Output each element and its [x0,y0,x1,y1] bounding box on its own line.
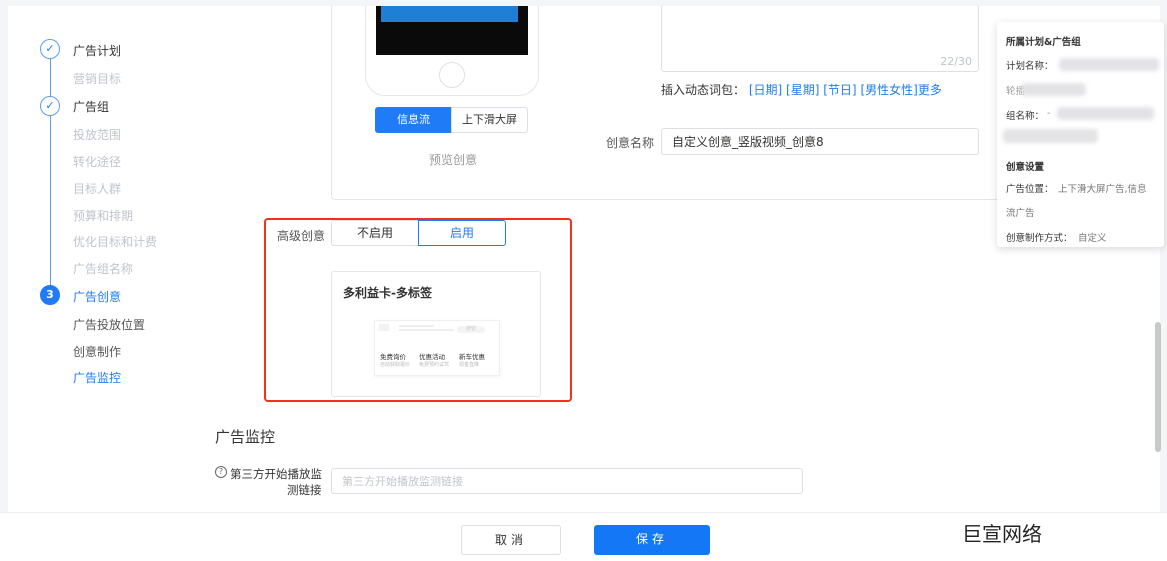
step-scope[interactable]: 投放范围 [73,126,121,143]
step-creative-make[interactable]: 创意制作 [73,343,121,360]
benefit-card[interactable]: 多利益卡-多标签 按钮 免费询价 自动获取报价 优惠活动 免费预约试驾 新车优惠… [331,271,541,397]
step-line [50,116,51,286]
title-textarea[interactable]: 22/30 [661,6,979,72]
preview-creative-link[interactable]: 预览创意 [429,151,477,168]
char-counter: 22/30 [940,55,972,68]
dynamic-words: 插入动态词包： [日期] [星期] [节日] [男性女性]更多 [661,81,942,98]
summary-panel: 所属计划&广告组 计划名称： 轮播 组名称： - 创意设置 广告位置： 上下滑大… [997,22,1164,247]
step-number: 3 [40,285,60,305]
step-marketing-goal[interactable]: 营销目标 [73,70,121,87]
step-group-name[interactable]: 广告组名称 [73,260,133,277]
tab-feed[interactable]: 信息流 [375,107,452,133]
step-ad-group[interactable]: 广告组 [73,98,109,115]
monitor-url-input[interactable]: 第三方开始播放监测链接 [331,468,803,494]
benefit-card-title: 多利益卡-多标签 [343,286,432,300]
word-holiday[interactable]: [节日] [823,83,856,97]
summary-title: 所属计划&广告组 [1006,37,1081,48]
monitor-field-label: 第三方开始播放监 [230,467,322,481]
benefit-item-sub: 现金直降 [459,362,480,368]
word-date[interactable]: [日期] [749,83,782,97]
word-weekday[interactable]: [星期] [786,83,819,97]
step-ad-plan[interactable]: 广告计划 [73,42,121,59]
advanced-off-button[interactable]: 不启用 [331,220,419,246]
dynamic-label: 插入动态词包： [661,83,746,97]
benefit-item-sub: 免费预约试驾 [419,362,450,368]
phone-preview [365,6,539,96]
step-creative[interactable]: 广告创意 [73,288,121,305]
benefit-item: 免费询价 [380,353,406,361]
advanced-on-button[interactable]: 启用 [418,220,506,246]
monitor-section-title: 广告监控 [215,428,276,446]
group-name-label: 组名称： [1006,111,1045,122]
step-budget[interactable]: 预算和排期 [73,207,133,224]
placement-value: 上下滑大屏广告,信息 [1058,184,1147,195]
creative-settings-title: 创意设置 [1006,162,1045,173]
step-line [50,59,51,97]
check-icon: ✓ [40,96,60,116]
step-audience[interactable]: 目标人群 [73,180,121,197]
benefit-item: 新车优惠 [459,353,485,361]
plan-name-label: 计划名称： [1006,61,1054,72]
step-monitor[interactable]: 广告监控 [73,369,121,386]
cancel-button[interactable]: 取消 [461,525,561,555]
more-link[interactable]: 更多 [918,83,942,97]
tab-vertical[interactable]: 上下滑大屏 [451,107,528,133]
benefit-item-sub: 自动获取报价 [380,362,411,368]
advanced-label: 高级创意 [277,229,326,243]
creative-name-label: 创意名称 [606,136,655,150]
placement-value-2: 流广告 [1006,208,1035,219]
benefit-item: 优惠活动 [419,353,445,361]
save-button[interactable]: 保存 [594,525,710,555]
benefit-card-thumbnail: 按钮 免费询价 自动获取报价 优惠活动 免费预约试驾 新车优惠 现金直降 [374,320,500,376]
method-label: 创意制作方式： [1006,233,1073,244]
step-optimization[interactable]: 优化目标和计费 [73,233,157,250]
step-placement[interactable]: 广告投放位置 [73,316,145,333]
word-gender[interactable]: [男性女性] [860,83,917,97]
step-conversion[interactable]: 转化途径 [73,153,121,170]
scrollbar[interactable] [1155,322,1161,452]
method-value: 自定义 [1078,233,1107,244]
home-button-icon [439,62,465,88]
help-icon[interactable]: ? [215,466,227,478]
group-name-dash: - [1047,108,1051,119]
creative-name-input[interactable]: 自定义创意_竖版视频_创意8 [661,128,979,155]
monitor-field-label-2: 测链接 [287,483,322,497]
placement-label: 广告位置： [1006,184,1054,195]
watermark: 巨宣网络 [962,522,1042,546]
check-icon: ✓ [40,39,60,59]
mini-button: 按钮 [457,326,485,333]
